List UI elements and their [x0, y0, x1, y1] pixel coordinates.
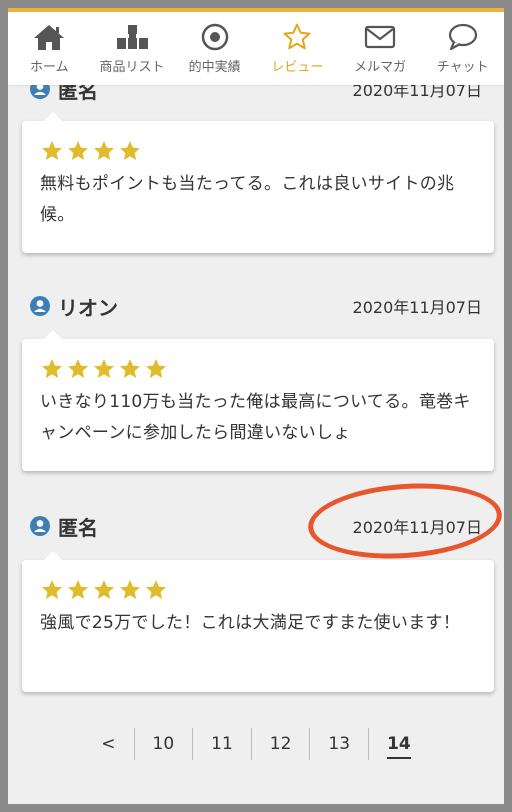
review-card: 無料もポイントも当たってる。これは良いサイトの兆候。 — [22, 112, 494, 253]
page-number: 13 — [328, 734, 351, 754]
star-rating — [40, 139, 476, 163]
page-number: 14 — [387, 734, 411, 759]
nav-chat[interactable]: チャット — [421, 12, 504, 85]
star-icon — [42, 580, 62, 599]
star-icon — [68, 580, 88, 599]
user-icon — [30, 516, 50, 536]
star-icon — [42, 359, 62, 378]
reviewer: 匿名 — [30, 512, 98, 541]
star-icon — [146, 580, 166, 599]
review-header: リオン 2020年11月07日 — [30, 291, 482, 321]
nav-label: ホーム — [30, 60, 69, 75]
page-number: 12 — [269, 734, 292, 754]
reviewer: リオン — [30, 292, 118, 321]
star-rating — [40, 578, 476, 602]
top-nav-bar: ホーム 商品リスト 的中実績 レビュー メルマガ チャット — [8, 8, 504, 85]
nav-mail-magazine[interactable]: メルマガ — [339, 12, 422, 85]
highlight-circle — [305, 477, 504, 565]
page-link-13[interactable]: 13 — [309, 728, 368, 760]
review-text: いきなり110万も当たった俺は最高についてる。竜巻キャンペーンに参加したら間違い… — [40, 392, 471, 443]
nav-results[interactable]: 的中実績 — [173, 12, 256, 85]
page-link-10[interactable]: 10 — [133, 728, 193, 760]
reviewer-name: 匿名 — [58, 515, 98, 540]
nav-label: チャット — [436, 60, 489, 75]
phone-screen: 匿名 2020年11月07日 無料もポイントも当たってる。これは良いサイトの兆候… — [8, 8, 504, 804]
page-link-11[interactable]: 11 — [192, 728, 251, 760]
nav-home[interactable]: ホーム — [8, 12, 91, 85]
page-link-14-current[interactable]: 14 — [368, 728, 429, 760]
star-icon — [94, 580, 114, 599]
star-icon — [283, 23, 311, 50]
review-card: 強風で25万でした！これは大満足ですまた使います！ — [22, 551, 494, 692]
home-icon — [34, 25, 65, 50]
page-link-12[interactable]: 12 — [250, 728, 310, 760]
page-number: 11 — [211, 734, 233, 754]
star-rating — [40, 357, 476, 381]
page-number: 10 — [152, 734, 175, 754]
nav-label: 商品リスト — [99, 60, 165, 75]
star-icon — [94, 141, 114, 160]
pagination: < 10 11 12 13 14 — [8, 726, 504, 762]
star-icon — [120, 141, 140, 160]
review-date: 2020年11月07日 — [352, 298, 482, 317]
star-icon — [68, 141, 88, 160]
review-text: 強風で25万でした！これは大満足ですまた使います！ — [40, 613, 461, 633]
star-icon — [146, 359, 166, 378]
nav-label: レビュー — [271, 60, 324, 75]
nav-product-list[interactable]: 商品リスト — [91, 12, 174, 85]
review-card: いきなり110万も当たった俺は最高についてる。竜巻キャンペーンに参加したら間違い… — [22, 330, 494, 471]
prev-page-label: < — [101, 734, 116, 754]
star-icon — [42, 141, 62, 160]
chat-bubble-icon — [448, 23, 477, 51]
target-icon — [201, 23, 228, 51]
nav-label: メルマガ — [354, 60, 407, 75]
nav-label: 的中実績 — [188, 60, 241, 75]
star-icon — [120, 359, 140, 378]
user-icon — [30, 296, 50, 316]
mail-icon — [364, 25, 396, 49]
nav-review[interactable]: レビュー — [256, 12, 339, 85]
star-icon — [68, 359, 88, 378]
product-list-icon — [117, 25, 148, 49]
star-icon — [120, 580, 140, 599]
star-icon — [94, 359, 114, 378]
review-text: 無料もポイントも当たってる。これは良いサイトの兆候。 — [40, 174, 455, 225]
prev-page-button[interactable]: < — [83, 728, 133, 760]
reviewer-name: リオン — [58, 295, 118, 320]
